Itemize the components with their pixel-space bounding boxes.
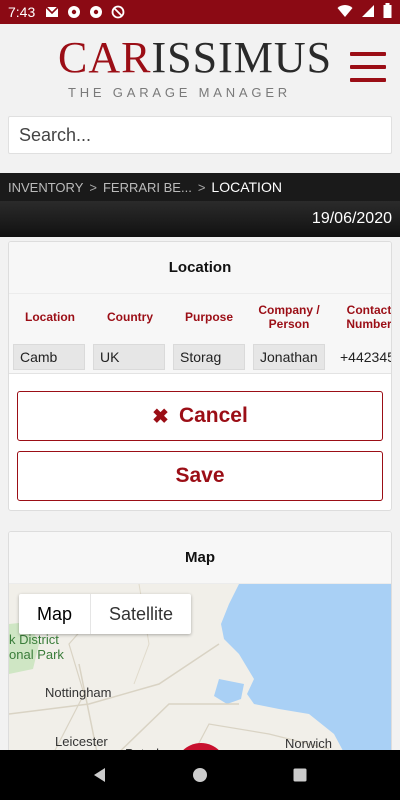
location-card-title: Location xyxy=(9,242,391,294)
map-label-leicester: Leicester xyxy=(55,734,108,749)
tab-map[interactable]: Map xyxy=(19,594,92,634)
column-header-company-person: Company / Person xyxy=(258,303,320,331)
system-nav-bar xyxy=(0,750,400,800)
breadcrumb-item-location: LOCATION xyxy=(211,179,282,195)
status-bar: 7:43 xyxy=(0,0,400,24)
soccer-ball-icon xyxy=(89,5,103,19)
save-button[interactable]: Save xyxy=(17,451,383,501)
breadcrumb-separator: > xyxy=(197,179,206,195)
logo-issimus-text: ISSIMUS xyxy=(151,33,333,82)
home-icon[interactable] xyxy=(190,765,210,785)
table-row: Camb UK Storag Jonathan +442345 xyxy=(9,340,391,374)
close-icon: ✖ xyxy=(152,405,169,428)
breadcrumb: INVENTORY > FERRARI BE... > LOCATION xyxy=(0,173,400,201)
carissimus-logo[interactable]: CARISSIMUS xyxy=(58,34,332,82)
date-bar: 19/06/2020 xyxy=(0,201,400,237)
location-field[interactable]: Camb xyxy=(13,344,85,370)
map-label-norwich: Norwich xyxy=(285,736,332,751)
column-header-purpose: Purpose xyxy=(184,310,233,324)
no-disturb-icon xyxy=(111,5,125,19)
breadcrumb-item-inventory[interactable]: INVENTORY xyxy=(8,180,83,195)
location-table-header: Location Country Purpose Company / Perso… xyxy=(9,294,392,340)
company-person-field[interactable]: Jonathan xyxy=(253,344,325,370)
cancel-button[interactable]: ✖ Cancel xyxy=(17,391,383,441)
hamburger-menu-icon[interactable] xyxy=(350,52,386,82)
column-header-location: Location xyxy=(25,310,75,324)
column-header-country: Country xyxy=(107,310,153,324)
save-button-label: Save xyxy=(175,464,225,487)
gmail-icon xyxy=(45,5,59,19)
map-label-nottingham: Nottingham xyxy=(45,685,112,700)
app-header: CARISSIMUS THE GARAGE MANAGER xyxy=(0,24,400,108)
map-card: Map Map Satellite k District onal Park N… xyxy=(8,531,392,761)
map-view[interactable]: Map Satellite k District onal Park Notti… xyxy=(9,584,391,760)
current-date: 19/06/2020 xyxy=(311,210,392,227)
soccer-ball-icon xyxy=(67,5,81,19)
map-label-park: onal Park xyxy=(9,647,64,662)
cancel-button-label: Cancel xyxy=(178,404,248,427)
status-time: 7:43 xyxy=(8,4,36,20)
logo-tagline: THE GARAGE MANAGER xyxy=(68,85,291,100)
map-type-tabs: Map Satellite xyxy=(19,594,192,634)
search-bar xyxy=(8,116,392,154)
wifi-icon xyxy=(337,4,353,21)
country-field[interactable]: UK xyxy=(93,344,165,370)
recents-icon[interactable] xyxy=(290,765,310,785)
column-header-contact-number: Contact Number xyxy=(346,303,392,331)
back-icon[interactable] xyxy=(90,765,110,785)
map-card-title: Map xyxy=(9,532,391,584)
purpose-field[interactable]: Storag xyxy=(173,344,245,370)
status-right-icons xyxy=(337,3,392,21)
breadcrumb-item-vehicle[interactable]: FERRARI BE... xyxy=(103,180,192,195)
breadcrumb-separator: > xyxy=(89,179,97,195)
contact-number-field[interactable]: +442345 xyxy=(340,344,391,370)
signal-icon xyxy=(361,4,375,21)
logo-car-text: CAR xyxy=(58,33,152,82)
tab-satellite[interactable]: Satellite xyxy=(91,594,191,634)
map-label-district: k District xyxy=(9,632,59,647)
battery-icon xyxy=(383,3,392,21)
location-card: Location Location Country Purpose Compan… xyxy=(8,241,392,511)
search-input[interactable] xyxy=(8,116,392,154)
